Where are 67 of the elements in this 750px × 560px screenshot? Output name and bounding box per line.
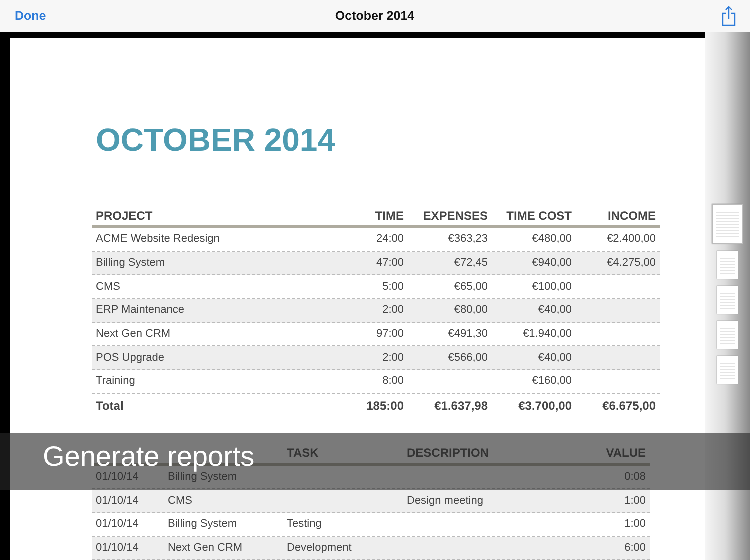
page-thumbnail[interactable] — [717, 251, 738, 279]
total-cell-text: 185:00 — [366, 398, 405, 413]
total-cell-text: €6.675,00 — [602, 398, 657, 413]
table-cell-text: Development — [286, 542, 353, 554]
table-cell-text: CMS — [95, 280, 122, 293]
total-cell-text: €1.637,98 — [434, 398, 489, 413]
share-icon[interactable] — [722, 6, 736, 26]
table-cell-text: Testing — [286, 518, 323, 530]
banner-caption: Generate reports — [43, 443, 255, 470]
table-cell-text: €40,00 — [537, 304, 573, 316]
table-cell-text: €160,00 — [531, 375, 573, 388]
table-cell-text: 8:00 — [382, 375, 405, 388]
column-header: TIME — [374, 208, 405, 222]
table-cell-text: 2:00 — [382, 304, 405, 316]
table-cell-text: €72,45 — [453, 257, 489, 270]
table-cell-text: €480,00 — [531, 233, 573, 246]
column-header: TASK — [286, 446, 320, 460]
table-cell-text: 01/10/14 — [95, 494, 140, 507]
column-header: DESCRIPTION — [406, 446, 490, 460]
table-cell-text: Next Gen CRM — [95, 328, 172, 340]
column-header: TIME COST — [506, 208, 573, 222]
total-cell-text: €3.700,00 — [518, 398, 573, 413]
total-cell-text: Total — [95, 398, 125, 413]
table-cell-text: 2:00 — [382, 352, 405, 364]
table-cell-text: 5:00 — [382, 280, 405, 293]
table-cell-text: Design meeting — [406, 494, 484, 507]
table-cell-text: €940,00 — [531, 257, 573, 270]
table-cell-text: 01/10/14 — [95, 542, 140, 554]
report-title: OCTOBER 2014 — [96, 121, 336, 160]
table-cell-text: €100,00 — [531, 280, 573, 293]
table-cell-text: Billing System — [167, 518, 238, 530]
table-cell-text: €40,00 — [537, 352, 573, 364]
table-cell-text: €65,00 — [453, 280, 489, 293]
page-thumbnail[interactable] — [717, 321, 738, 349]
table-cell-text: €2.400,00 — [606, 233, 657, 246]
table-cell-text: ACME Website Redesign — [95, 233, 221, 246]
table-cell-text: 24:00 — [375, 233, 405, 246]
table-cell-text: €491,30 — [447, 328, 489, 340]
table-cell-text: 1:00 — [624, 494, 647, 507]
column-header: VALUE — [605, 446, 647, 460]
done-button[interactable]: Done — [14, 7, 48, 25]
table-cell-text: 01/10/14 — [95, 518, 140, 530]
table-cell-text: €566,00 — [447, 352, 489, 364]
page-thumbnail[interactable] — [712, 204, 743, 244]
table-cell-text: Training — [95, 375, 136, 388]
table-cell-text: 1:00 — [624, 518, 647, 530]
table-cell-text: Billing System — [95, 257, 166, 270]
column-header: PROJECT — [95, 208, 154, 222]
page-thumbnail[interactable] — [717, 356, 738, 384]
table-cell-text: €80,00 — [453, 304, 489, 316]
navbar-title: October 2014 — [335, 9, 415, 23]
table-cell-text: Next Gen CRM — [167, 542, 244, 554]
table-cell-text: 47:00 — [375, 257, 405, 270]
table-cell-text: POS Upgrade — [95, 352, 166, 364]
table-cell-text: €363,23 — [447, 233, 489, 246]
table-cell-text: 0:08 — [624, 470, 647, 483]
table-cell-text: 01/10/14 — [95, 470, 140, 483]
table-cell-text: 6:00 — [624, 542, 647, 554]
table-cell-text: Billing System — [167, 470, 238, 483]
column-header: INCOME — [607, 208, 657, 222]
table-cell-text: 97:00 — [375, 328, 405, 340]
table-cell-text: ERP Maintenance — [95, 304, 186, 316]
table-cell-text: CMS — [167, 494, 194, 507]
table-cell-text: €1.940,00 — [522, 328, 573, 340]
page-thumbnail[interactable] — [717, 286, 738, 314]
column-header: EXPENSES — [422, 208, 489, 222]
table-cell-text: €4.275,00 — [606, 257, 657, 270]
